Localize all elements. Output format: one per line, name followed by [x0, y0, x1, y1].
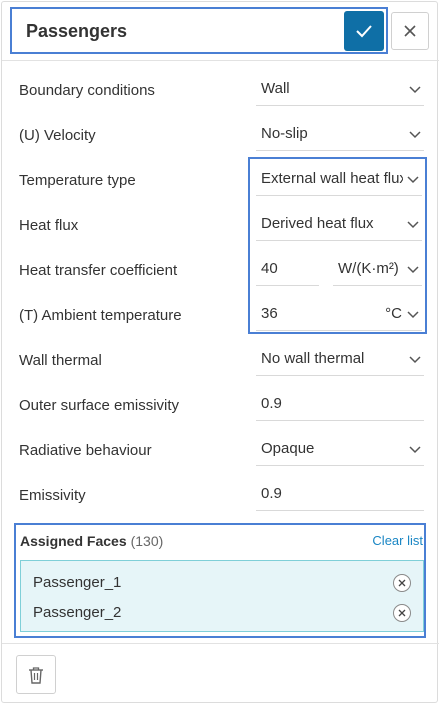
remove-circle-icon[interactable] [393, 574, 411, 592]
temperature-type-label: Temperature type [19, 172, 136, 189]
title-highlight-box: Passengers [10, 7, 388, 54]
boundary-condition-panel: Passengers Boundary conditions Wall (U) … [1, 1, 439, 703]
check-icon [356, 25, 372, 38]
velocity-select[interactable]: No-slip [256, 117, 424, 151]
chevron-down-icon [409, 446, 421, 454]
outer-surface-emissivity-value: 0.9 [261, 395, 282, 412]
wall-thermal-value: No wall thermal [261, 350, 365, 367]
assigned-faces-list[interactable]: Passenger_1 Passenger_2 [20, 560, 424, 632]
velocity-value: No-slip [261, 125, 308, 142]
radiative-behaviour-label: Radiative behaviour [19, 442, 152, 459]
clear-list-link[interactable]: Clear list [372, 533, 423, 549]
thermal-settings-highlight-box [248, 157, 427, 334]
trash-icon [29, 666, 43, 684]
heat-transfer-coefficient-label: Heat transfer coefficient [19, 262, 178, 279]
remove-circle-icon[interactable] [393, 604, 411, 622]
boundary-conditions-label: Boundary conditions [19, 82, 155, 99]
close-button[interactable] [391, 12, 429, 50]
assigned-faces-label: Assigned Faces [20, 533, 127, 549]
chevron-down-icon [409, 86, 421, 94]
list-item-passenger-1[interactable]: Passenger_1 [33, 574, 121, 592]
assigned-faces-section: Assigned Faces (130) Clear list Passenger… [14, 523, 426, 638]
list-item-passenger-2[interactable]: Passenger_2 [33, 604, 121, 622]
wall-thermal-label: Wall thermal [19, 352, 102, 369]
ambient-temperature-label: (T) Ambient temperature [19, 307, 182, 324]
outer-surface-emissivity-label: Outer surface emissivity [19, 397, 180, 414]
chevron-down-icon [409, 131, 421, 139]
panel-title[interactable]: Passengers [26, 9, 127, 52]
radiative-behaviour-value: Opaque [261, 440, 315, 457]
delete-button[interactable] [16, 655, 56, 694]
confirm-button[interactable] [344, 11, 384, 51]
heat-flux-label: Heat flux [19, 217, 79, 234]
outer-surface-emissivity-input[interactable]: 0.9 [256, 387, 424, 421]
boundary-conditions-value: Wall [261, 80, 290, 97]
emissivity-value: 0.9 [261, 485, 282, 502]
radiative-behaviour-select[interactable]: Opaque [256, 432, 424, 466]
assigned-faces-count: (130) [130, 533, 164, 549]
header-divider [2, 60, 439, 61]
emissivity-input[interactable]: 0.9 [256, 477, 424, 511]
emissivity-label: Emissivity [19, 487, 86, 504]
footer-divider [2, 643, 439, 644]
velocity-label: (U) Velocity [19, 127, 96, 144]
wall-thermal-select[interactable]: No wall thermal [256, 342, 424, 376]
close-icon [404, 25, 416, 37]
boundary-conditions-select[interactable]: Wall [256, 72, 424, 106]
chevron-down-icon [409, 356, 421, 364]
assigned-faces-title: Assigned Faces (130) [20, 532, 163, 550]
